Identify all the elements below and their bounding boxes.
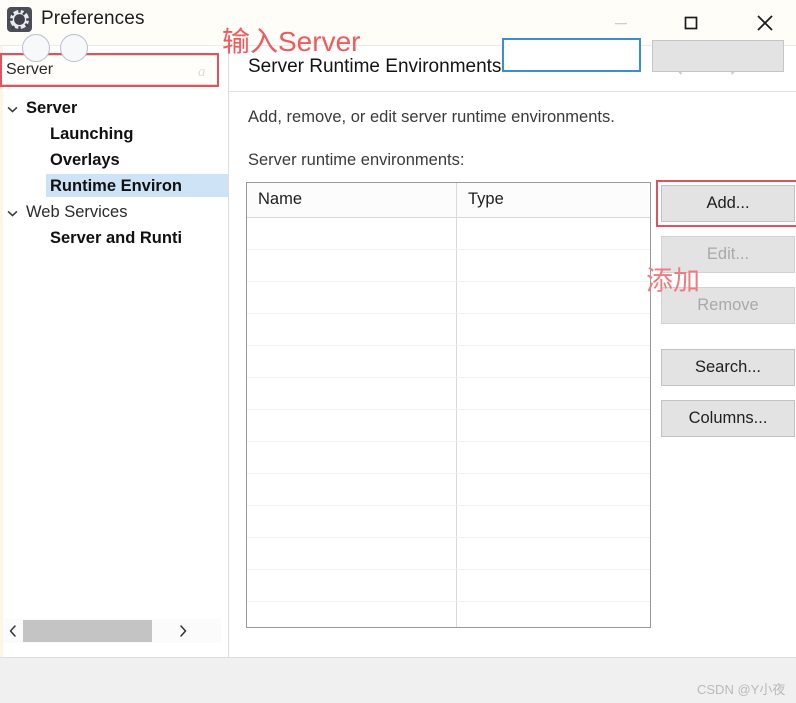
chevron-down-icon[interactable] — [6, 206, 19, 219]
chevron-right-icon[interactable] — [173, 619, 193, 643]
apply-and-close-button[interactable] — [502, 38, 641, 72]
chevron-left-icon[interactable] — [3, 619, 23, 643]
row-separator — [247, 505, 650, 506]
sidebar-item-server[interactable]: Server — [0, 95, 228, 121]
filter-input-value: Server — [6, 61, 54, 78]
table-header-row: Name Type — [247, 183, 650, 218]
preference-tree: Server Launching Overlays Runtime Enviro… — [0, 95, 228, 655]
minimize-icon — [615, 23, 627, 25]
sidebar: Server a Server Launching Overlays Runti… — [0, 46, 228, 657]
chevron-down-icon[interactable] — [6, 102, 19, 115]
column-header-name[interactable]: Name — [258, 190, 302, 209]
sidebar-item-label: Server and Runti — [50, 228, 183, 247]
row-separator — [247, 537, 650, 538]
sidebar-item-label: Server — [26, 98, 78, 117]
footer-circle-icon[interactable] — [22, 34, 50, 62]
sidebar-item-overlays[interactable]: Overlays — [0, 147, 228, 173]
row-separator — [247, 569, 650, 570]
edit-button: Edit... — [661, 236, 795, 273]
columns-button[interactable]: Columns... — [661, 400, 795, 437]
sidebar-item-server-and-runtime[interactable]: Server and Runti — [0, 225, 228, 251]
row-separator — [247, 473, 650, 474]
sidebar-item-label: Overlays — [50, 150, 120, 169]
svg-text:a: a — [198, 64, 206, 79]
footer-circle-icon[interactable] — [60, 34, 88, 62]
row-separator — [247, 249, 650, 250]
row-separator — [247, 377, 650, 378]
preferences-window: Preferences Server a Server Launching Ov… — [0, 0, 796, 703]
sidebar-item-launching[interactable]: Launching — [0, 121, 228, 147]
sidebar-item-label: Web Services — [26, 202, 128, 221]
row-separator — [247, 441, 650, 442]
cancel-button[interactable] — [652, 40, 784, 72]
page-title: Server Runtime Environments — [248, 56, 502, 77]
content-panel: Server Runtime Environments Add, remove,… — [229, 46, 796, 657]
sidebar-item-label: Runtime Environ — [50, 176, 183, 195]
search-button[interactable]: Search... — [661, 349, 795, 386]
sidebar-item-label: Launching — [50, 124, 134, 143]
close-icon — [757, 15, 773, 31]
maximize-icon — [684, 16, 698, 30]
clear-icon[interactable]: a — [197, 62, 211, 80]
row-separator — [247, 601, 650, 602]
column-header-type[interactable]: Type — [468, 190, 504, 209]
gear-icon — [7, 7, 32, 32]
row-separator — [247, 281, 650, 282]
window-title: Preferences — [41, 8, 145, 29]
page-description: Add, remove, or edit server runtime envi… — [248, 108, 615, 126]
row-separator — [247, 409, 650, 410]
add-button[interactable]: Add... — [661, 185, 795, 222]
sidebar-item-runtime-environments[interactable]: Runtime Environ — [0, 173, 228, 199]
remove-button: Remove — [661, 287, 795, 324]
row-separator — [247, 313, 650, 314]
runtime-environments-table[interactable]: Name Type — [246, 182, 651, 628]
table-label: Server runtime environments: — [248, 151, 465, 169]
footer-bar — [0, 657, 796, 703]
sidebar-item-web-services[interactable]: Web Services — [0, 199, 228, 225]
sidebar-horizontal-scrollbar[interactable] — [3, 619, 221, 643]
row-separator — [247, 345, 650, 346]
scrollbar-thumb[interactable] — [23, 620, 152, 642]
